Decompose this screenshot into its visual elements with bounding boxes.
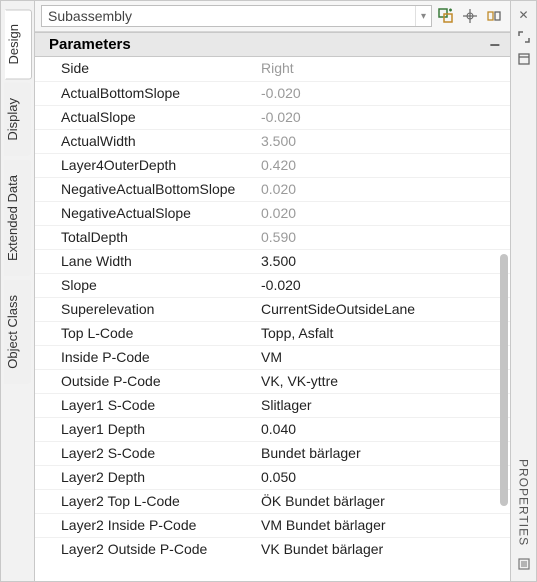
param-row: NegativeActualSlope0.020	[35, 201, 510, 225]
param-row: ActualWidth3.500	[35, 129, 510, 153]
param-name: ActualSlope	[35, 106, 255, 129]
param-value[interactable]: 3.500	[255, 250, 510, 273]
param-row: Top L-CodeTopp, Asfalt	[35, 321, 510, 345]
param-value[interactable]: Topp, Asfalt	[255, 322, 510, 345]
param-row: Outside P-CodeVK, VK-yttre	[35, 369, 510, 393]
param-value[interactable]: VK, VK-yttre	[255, 370, 510, 393]
tab-object[interactable]: Object Class	[4, 280, 31, 384]
param-value: 0.020	[255, 202, 510, 225]
param-row: TotalDepth0.590	[35, 225, 510, 249]
param-value[interactable]: VK Bundet bärlager	[255, 538, 510, 561]
tab-extended[interactable]: Extended Data	[4, 160, 31, 276]
param-name: NegativeActualBottomSlope	[35, 178, 255, 201]
param-name: ActualBottomSlope	[35, 82, 255, 105]
palette-title: PROPERTIES	[517, 459, 531, 546]
param-value: 0.020	[255, 178, 510, 201]
main-area: Subassembly ▾ Parameters − SideRightActu…	[35, 1, 510, 581]
param-name: TotalDepth	[35, 226, 255, 249]
left-tabs: Design Display Extended Data Object Class	[1, 1, 35, 581]
param-name: Layer4OuterDepth	[35, 154, 255, 177]
scrollbar-track[interactable]	[500, 55, 508, 579]
param-value: Right	[255, 57, 510, 81]
param-value[interactable]: VM	[255, 346, 510, 369]
param-value[interactable]: Bundet bärlager	[255, 442, 510, 465]
param-name: NegativeActualSlope	[35, 202, 255, 225]
param-row: ActualSlope-0.020	[35, 105, 510, 129]
param-row: SideRight	[35, 57, 510, 81]
param-value: -0.020	[255, 82, 510, 105]
param-row: Layer1 S-CodeSlitlager	[35, 393, 510, 417]
param-row: Layer2 Outside P-CodeVK Bundet bärlager	[35, 537, 510, 561]
param-row: Layer1 Depth0.040	[35, 417, 510, 441]
param-name: Layer2 S-Code	[35, 442, 255, 465]
param-row: ActualBottomSlope-0.020	[35, 81, 510, 105]
chevron-down-icon[interactable]: ▾	[415, 6, 431, 26]
properties-panel: Design Display Extended Data Object Class S…	[0, 0, 537, 582]
param-name: Layer1 S-Code	[35, 394, 255, 417]
palette-menu-icon[interactable]	[518, 558, 530, 573]
param-name: Inside P-Code	[35, 346, 255, 369]
param-value[interactable]: 0.050	[255, 466, 510, 489]
param-row: Layer2 Top L-CodeÖK Bundet bärlager	[35, 489, 510, 513]
combo-value: Subassembly	[42, 8, 415, 24]
param-row: Lane Width3.500	[35, 249, 510, 273]
section-title: Parameters	[49, 36, 131, 53]
param-name: Layer2 Outside P-Code	[35, 538, 255, 561]
param-row: NegativeActualBottomSlope0.020	[35, 177, 510, 201]
param-name: Layer2 Top L-Code	[35, 490, 255, 513]
param-value[interactable]: ÖK Bundet bärlager	[255, 490, 510, 513]
param-row: Inside P-CodeVM	[35, 345, 510, 369]
param-value[interactable]: Slitlager	[255, 394, 510, 417]
pick-object-button[interactable]	[460, 6, 480, 26]
object-type-combo[interactable]: Subassembly ▾	[41, 5, 432, 27]
param-row: Slope-0.020	[35, 273, 510, 297]
param-name: ActualWidth	[35, 130, 255, 153]
param-name: Layer2 Depth	[35, 466, 255, 489]
param-row: Layer2 Depth0.050	[35, 465, 510, 489]
param-name: Top L-Code	[35, 322, 255, 345]
toggle-pset-button[interactable]	[484, 6, 504, 26]
param-row: SuperelevationCurrentSideOutsideLane	[35, 297, 510, 321]
close-icon[interactable]: ✕	[516, 7, 532, 23]
quick-select-button[interactable]	[436, 6, 456, 26]
param-row: Layer2 S-CodeBundet bärlager	[35, 441, 510, 465]
right-gutter: ✕ PROPERTIES	[510, 1, 536, 581]
param-name: Layer1 Depth	[35, 418, 255, 441]
tab-design[interactable]: Design	[5, 9, 32, 79]
param-name: Lane Width	[35, 250, 255, 273]
param-name: Side	[35, 57, 255, 81]
param-name: Slope	[35, 274, 255, 297]
param-name: Superelevation	[35, 298, 255, 321]
parameter-grid: SideRightActualBottomSlope-0.020ActualSl…	[35, 57, 510, 581]
param-value: 3.500	[255, 130, 510, 153]
param-value: -0.020	[255, 106, 510, 129]
param-value[interactable]: VM Bundet bärlager	[255, 514, 510, 537]
tab-display[interactable]: Display	[4, 83, 31, 156]
param-value[interactable]: CurrentSideOutsideLane	[255, 298, 510, 321]
param-row: Layer2 Inside P-CodeVM Bundet bärlager	[35, 513, 510, 537]
param-name: Outside P-Code	[35, 370, 255, 393]
param-value[interactable]: 0.040	[255, 418, 510, 441]
param-name: Layer2 Inside P-Code	[35, 514, 255, 537]
collapse-icon[interactable]: −	[489, 40, 500, 50]
expand-icon[interactable]	[516, 29, 532, 45]
section-header-parameters[interactable]: Parameters −	[35, 32, 510, 57]
param-value: 0.590	[255, 226, 510, 249]
scrollbar-thumb[interactable]	[500, 254, 508, 506]
toolbar: Subassembly ▾	[35, 1, 510, 32]
dock-icon[interactable]	[516, 51, 532, 67]
param-row: Layer4OuterDepth0.420	[35, 153, 510, 177]
param-value: 0.420	[255, 154, 510, 177]
param-value[interactable]: -0.020	[255, 274, 510, 297]
